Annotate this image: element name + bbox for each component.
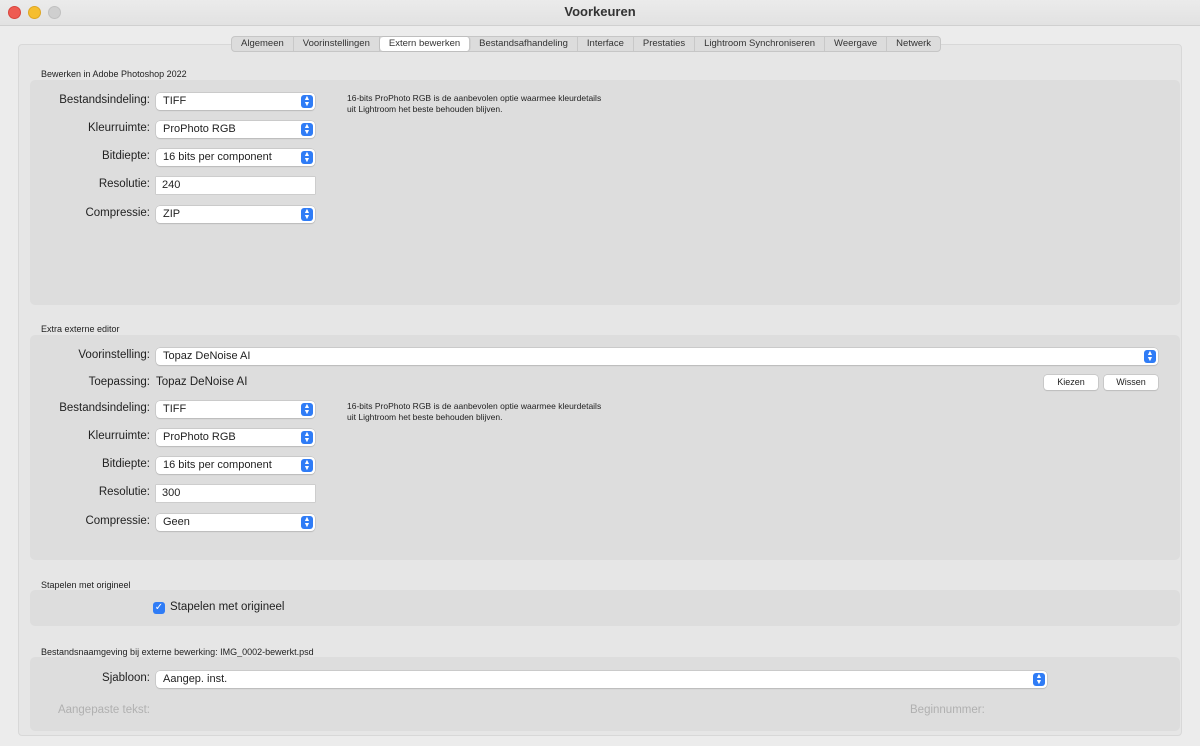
ext-bitdepth-value: 16 bits per component <box>163 459 272 471</box>
clear-button[interactable]: Wissen <box>1104 375 1158 390</box>
ext-recommendation-note: 16-bits ProPhoto RGB is de aanbevolen op… <box>347 401 601 423</box>
ps-resolution-label: Resolutie: <box>98 178 150 190</box>
custom-text-label: Aangepaste tekst: <box>57 704 150 716</box>
start-number-label: Beginnummer: <box>910 704 985 716</box>
choose-button[interactable]: Kiezen <box>1044 375 1098 390</box>
chevron-up-down-icon: ▲ ▼ <box>301 208 313 221</box>
preferences-tabs: Algemeen Voorinstellingen Extern bewerke… <box>231 36 942 52</box>
ps-bitdepth-value: 16 bits per component <box>163 151 272 163</box>
tab-algemeen[interactable]: Algemeen <box>232 37 294 51</box>
chevron-up-down-icon: ▲ ▼ <box>1033 673 1045 686</box>
naming-section-title: Bestandsnaamgeving bij externe bewerking… <box>41 647 314 657</box>
ps-bitdepth-label: Bitdiepte: <box>102 150 150 162</box>
ext-colorspace-label: Kleurruimte: <box>88 430 150 442</box>
ps-compression-popup[interactable]: ZIP ▲ ▼ <box>156 206 315 223</box>
ext-app-label: Toepassing: <box>88 376 150 388</box>
ps-colorspace-popup[interactable]: ProPhoto RGB ▲ ▼ <box>156 121 315 138</box>
ext-note-line-2: uit Lightroom het beste behouden blijven… <box>347 412 503 422</box>
chevron-up-down-icon: ▲ ▼ <box>301 431 313 444</box>
naming-section-box <box>30 657 1180 731</box>
stack-checkbox-label: Stapelen met origineel <box>170 601 285 613</box>
ps-recommendation-note: 16-bits ProPhoto RGB is de aanbevolen op… <box>347 93 601 115</box>
tab-interface[interactable]: Interface <box>578 37 634 51</box>
tab-extern-bewerken[interactable]: Extern bewerken <box>379 37 471 51</box>
title-bar: Voorkeuren <box>0 0 1200 26</box>
ext-compression-popup[interactable]: Geen ▲ ▼ <box>156 514 315 531</box>
tab-weergave[interactable]: Weergave <box>825 37 888 51</box>
chevron-up-down-icon: ▲ ▼ <box>301 123 313 136</box>
tab-lightroom-synchroniseren[interactable]: Lightroom Synchroniseren <box>695 37 826 51</box>
window-title: Voorkeuren <box>564 4 636 19</box>
tab-bestandsafhandeling[interactable]: Bestandsafhandeling <box>470 37 578 51</box>
ext-compression-label: Compressie: <box>85 515 150 527</box>
ps-compression-value: ZIP <box>163 208 181 220</box>
tab-prestaties[interactable]: Prestaties <box>634 37 696 51</box>
ps-bitdepth-popup[interactable]: 16 bits per component ▲ ▼ <box>156 149 315 166</box>
ps-note-line-1: 16-bits ProPhoto RGB is de aanbevolen op… <box>347 93 602 103</box>
chevron-up-down-icon: ▲ ▼ <box>301 516 313 529</box>
template-value: Aangep. inst. <box>163 673 228 685</box>
stack-section-title: Stapelen met origineel <box>41 580 131 590</box>
ext-format-label: Bestandsindeling: <box>59 402 150 414</box>
chevron-up-down-icon: ▲ ▼ <box>1144 350 1156 363</box>
ext-resolution-label: Resolutie: <box>98 486 150 498</box>
chevron-up-down-icon: ▲ ▼ <box>301 151 313 164</box>
ext-colorspace-popup[interactable]: ProPhoto RGB ▲ ▼ <box>156 429 315 446</box>
ps-compression-label: Compressie: <box>85 207 150 219</box>
ext-format-popup[interactable]: TIFF ▲ ▼ <box>156 401 315 418</box>
stack-checkbox[interactable]: ✓ <box>153 602 165 614</box>
ext-format-value: TIFF <box>163 403 187 415</box>
ext-app-value: Topaz DeNoise AI <box>156 376 248 388</box>
ext-bitdepth-label: Bitdiepte: <box>102 458 150 470</box>
chevron-up-down-icon: ▲ ▼ <box>301 459 313 472</box>
ext-note-line-1: 16-bits ProPhoto RGB is de aanbevolen op… <box>347 401 602 411</box>
ps-note-line-2: uit Lightroom het beste behouden blijven… <box>347 104 503 114</box>
ext-preset-value: Topaz DeNoise AI <box>163 350 251 362</box>
ps-colorspace-value: ProPhoto RGB <box>163 123 236 135</box>
ext-preset-popup[interactable]: Topaz DeNoise AI ▲ ▼ <box>156 348 1158 365</box>
ps-format-popup[interactable]: TIFF ▲ ▼ <box>156 93 315 110</box>
photoshop-section-title: Bewerken in Adobe Photoshop 2022 <box>41 69 187 79</box>
template-label: Sjabloon: <box>102 672 150 684</box>
ext-colorspace-value: ProPhoto RGB <box>163 431 236 443</box>
tab-voorinstellingen[interactable]: Voorinstellingen <box>294 37 380 51</box>
ext-resolution-field[interactable]: 300 <box>156 485 315 502</box>
external-section-title: Extra externe editor <box>41 324 120 334</box>
chevron-up-down-icon: ▲ ▼ <box>301 403 313 416</box>
ps-format-value: TIFF <box>163 95 187 107</box>
template-popup[interactable]: Aangep. inst. ▲ ▼ <box>156 671 1047 688</box>
ps-colorspace-label: Kleurruimte: <box>88 122 150 134</box>
chevron-up-down-icon: ▲ ▼ <box>301 95 313 108</box>
ext-bitdepth-popup[interactable]: 16 bits per component ▲ ▼ <box>156 457 315 474</box>
tab-netwerk[interactable]: Netwerk <box>887 37 940 51</box>
ext-preset-label: Voorinstelling: <box>78 349 150 361</box>
ext-compression-value: Geen <box>163 516 190 528</box>
ps-resolution-field[interactable]: 240 <box>156 177 315 194</box>
checkmark-icon: ✓ <box>154 602 164 613</box>
ps-format-label: Bestandsindeling: <box>59 94 150 106</box>
